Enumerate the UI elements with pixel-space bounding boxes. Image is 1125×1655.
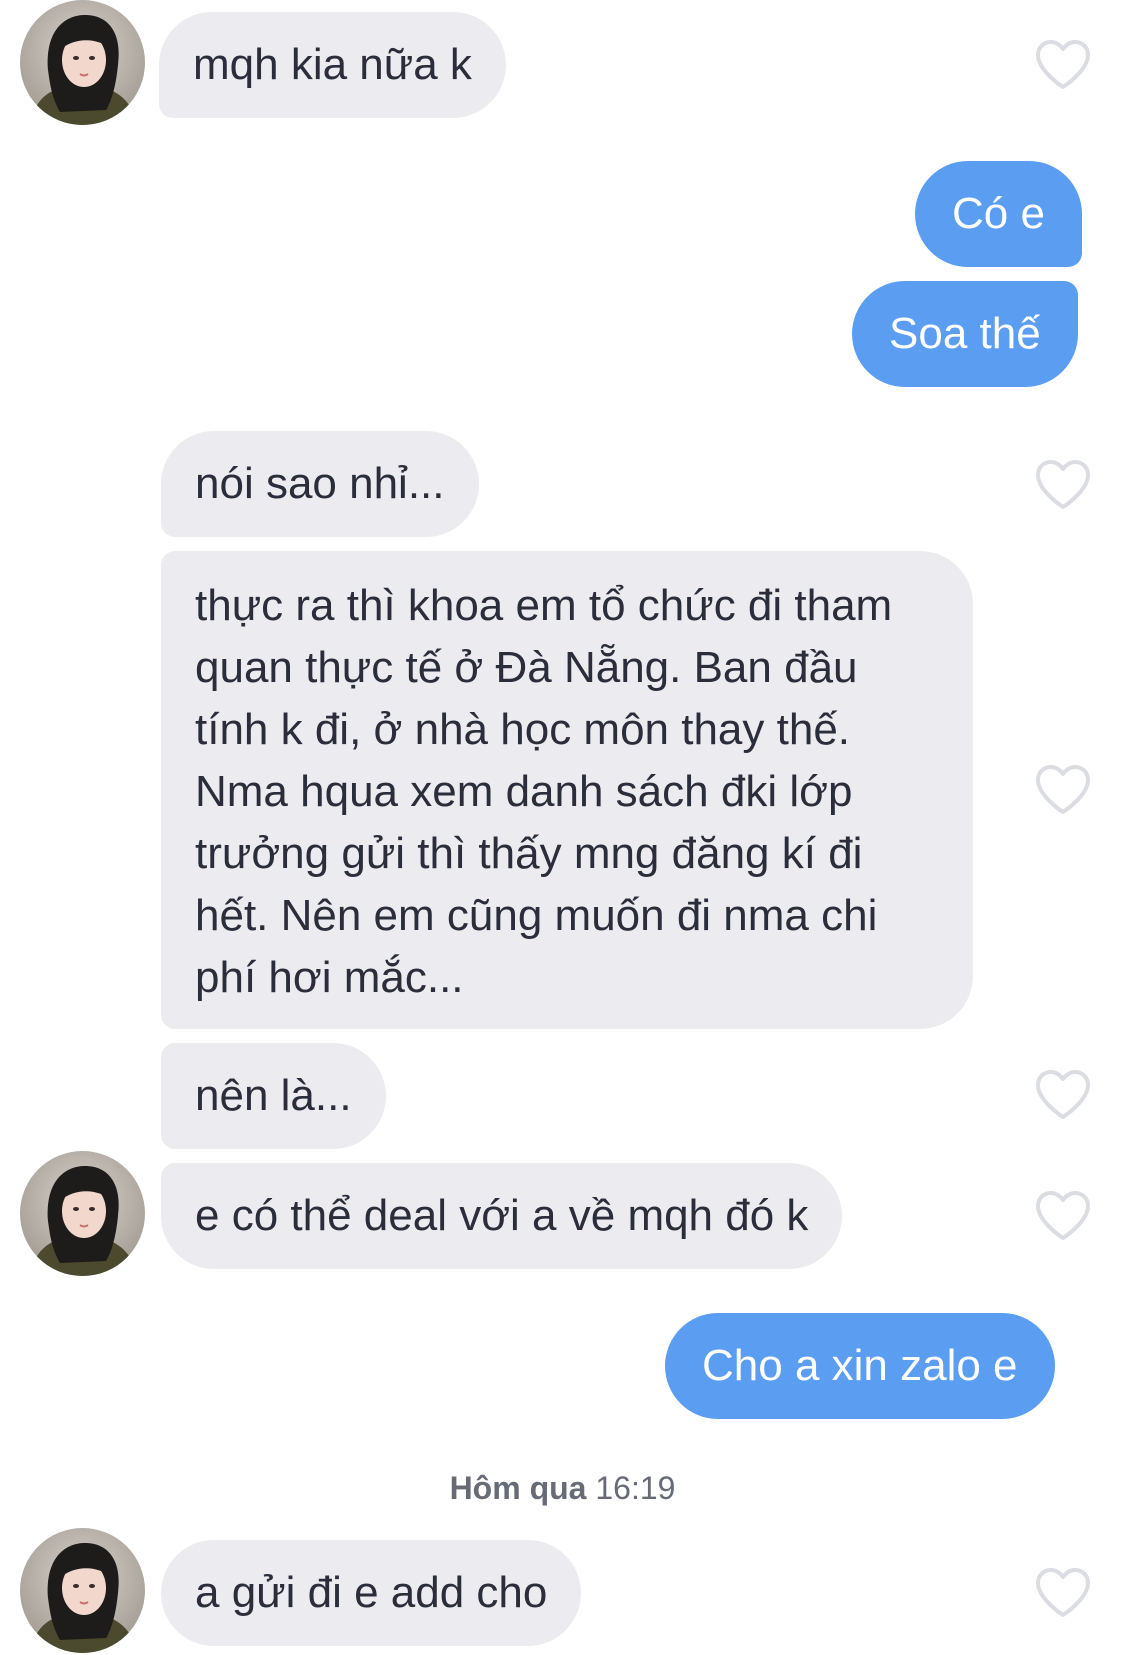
message-text: Có e [952,189,1045,238]
message-bubble-incoming[interactable]: mqh kia nữa k [159,12,506,118]
timestamp-day: Hôm qua [449,1470,587,1506]
heart-outline-icon[interactable] [1034,39,1092,91]
heart-outline-icon[interactable] [1034,1567,1092,1619]
timestamp-time: 16:19 [595,1470,676,1506]
message-bubble-outgoing[interactable]: Soa thế [852,281,1078,387]
avatar[interactable] [20,1151,145,1276]
message-text: Cho a xin zalo e [702,1341,1018,1390]
heart-outline-icon[interactable] [1034,764,1092,816]
message-bubble-incoming[interactable]: a gửi đi e add cho [161,1540,582,1646]
message-text: a gửi đi e add cho [195,1568,548,1617]
message-text: nói sao nhỉ... [195,459,445,508]
message-bubble-incoming[interactable]: nói sao nhỉ... [161,431,479,537]
message-bubble-outgoing[interactable]: Có e [915,161,1082,267]
message-bubble-incoming[interactable]: thực ra thì khoa em tổ chức đi tham quan… [161,551,973,1029]
avatar[interactable] [20,1528,145,1653]
message-bubble-incoming[interactable]: nên là... [161,1043,386,1149]
heart-outline-icon[interactable] [1034,1190,1092,1242]
message-text: thực ra thì khoa em tổ chức đi tham quan… [195,581,893,1002]
heart-outline-icon[interactable] [1034,459,1092,511]
message-text: nên là... [195,1071,352,1120]
message-bubble-incoming[interactable]: e có thể deal với a về mqh đó k [161,1163,843,1269]
message-text: Soa thế [889,309,1041,358]
message-bubble-outgoing[interactable]: Cho a xin zalo e [665,1313,1055,1419]
timestamp-divider: Hôm qua 16:19 [0,1470,1125,1507]
message-text: mqh kia nữa k [193,40,472,89]
message-text: e có thể deal với a về mqh đó k [195,1191,809,1240]
avatar[interactable] [20,0,145,125]
heart-outline-icon[interactable] [1034,1069,1092,1121]
